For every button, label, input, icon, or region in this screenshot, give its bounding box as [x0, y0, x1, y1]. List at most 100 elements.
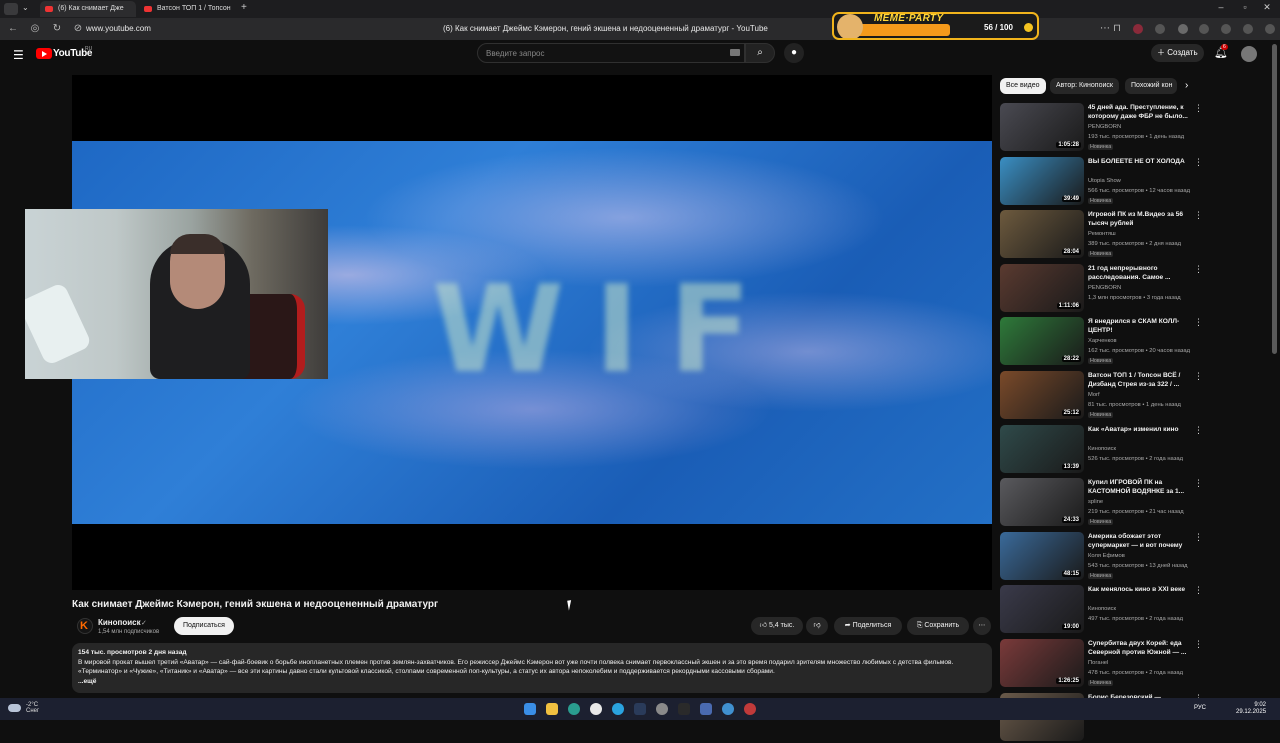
more-options-icon[interactable]: ⋮ — [1194, 317, 1203, 328]
video-thumbnail[interactable]: 39:49 — [1000, 156, 1084, 205]
video-thumbnail[interactable]: 19:00 — [1000, 585, 1084, 634]
recommendation-item[interactable]: 19:00 Как менялось кино в XXI веке Кинопои… — [1000, 585, 1203, 635]
recommendation-item[interactable]: 13:39 Как «Аватар» изменил кино Кинопоиск 5… — [1000, 424, 1203, 475]
more-options-icon[interactable]: ⋮ — [1194, 264, 1203, 275]
recommendation-item[interactable]: 25:12 Ватсон ТОП 1 / Топсон ВСЁ / Дизбанд… — [1000, 371, 1203, 421]
extension-icon[interactable] — [1199, 24, 1209, 34]
search-button[interactable]: ⌕ — [745, 43, 775, 63]
video-thumbnail[interactable]: 28:04 — [1000, 210, 1084, 259]
share-button[interactable]: ➦ Поделиться — [834, 617, 902, 635]
edge-icon[interactable] — [568, 703, 580, 715]
recommendation-item[interactable]: 48:15 Америка обожает этот супермаркет — … — [1000, 531, 1203, 582]
like-button[interactable]: 👍︎ 5,4 тыс. — [751, 617, 803, 635]
extension-icon[interactable] — [1178, 24, 1188, 34]
extension-icon[interactable] — [1243, 24, 1253, 34]
chevron-right-icon[interactable]: › — [1185, 80, 1188, 91]
channel-name[interactable]: Кинопоиск — [98, 618, 141, 627]
more-options-icon[interactable]: ⋮ — [1194, 371, 1203, 382]
recommendation-title[interactable]: 45 дней ада. Преступление, к которому да… — [1088, 103, 1188, 121]
video-thumbnail[interactable]: 1:11:06 — [1000, 263, 1084, 312]
recommendation-channel[interactable]: PENGBORN — [1088, 124, 1121, 130]
recommendation-title[interactable]: Америка обожает этот супермаркет — и вот… — [1088, 532, 1188, 550]
more-options-icon[interactable]: ⋮ — [1194, 478, 1203, 489]
chip-author[interactable]: Автор: Кинопоиск — [1050, 78, 1119, 94]
site-info-icon[interactable]: ⊘ — [71, 22, 85, 36]
recommendation-channel[interactable]: spline — [1088, 499, 1103, 505]
more-options-icon[interactable]: ⋮ — [1194, 585, 1203, 596]
recommendation-channel[interactable]: Utopia Show — [1088, 178, 1121, 184]
steam-icon[interactable] — [634, 703, 646, 715]
back-icon[interactable]: ← — [6, 22, 20, 36]
recommendation-channel[interactable]: Кинопоиск — [1088, 606, 1116, 612]
app-icon[interactable] — [722, 703, 734, 715]
scrollbar[interactable] — [1272, 44, 1277, 354]
video-thumbnail[interactable]: 24:33 — [1000, 478, 1084, 527]
browser-menu-icon[interactable] — [4, 3, 18, 15]
close-window-button[interactable]: ✕ — [1256, 2, 1278, 13]
settings-icon[interactable] — [656, 703, 668, 715]
microphone-icon[interactable]: ● — [784, 43, 804, 63]
tab-vatson[interactable]: Ватсон ТОП 1 / Топсон — [139, 1, 235, 17]
recommendation-channel[interactable]: Morf — [1088, 392, 1100, 398]
new-tab-button[interactable]: + — [241, 2, 247, 13]
recommendation-title[interactable]: Игровой ПК из М.Видео за 56 тысяч рублей — [1088, 210, 1188, 228]
recommendation-item[interactable]: 39:49 ВЫ БОЛЕЕТЕ НЕ ОТ ХОЛОДА Utopia Show 5… — [1000, 156, 1203, 207]
bookmark-icon[interactable]: ⊓ — [1110, 22, 1124, 36]
video-thumbnail[interactable]: 25:12 — [1000, 371, 1084, 419]
download-icon[interactable] — [1265, 24, 1275, 34]
more-options-icon[interactable]: ⋮ — [1194, 103, 1203, 114]
extension-icon[interactable] — [1221, 24, 1231, 34]
recommendation-item[interactable]: 24:33 Купил ИГРОВОЙ ПК на КАСТОМНОЙ ВОДЯН… — [1000, 478, 1203, 528]
recommendation-item[interactable]: 1:26:25 Супербитва двух Корей: еда Северн… — [1000, 639, 1203, 689]
file-explorer-icon[interactable] — [546, 703, 558, 715]
language-indicator[interactable]: РУС — [1194, 705, 1206, 711]
recommendation-item[interactable]: 28:04 Игровой ПК из М.Видео за 56 тысяч р… — [1000, 210, 1203, 260]
search-input[interactable]: Введите запрос — [477, 43, 745, 63]
youtube-logo-icon[interactable] — [36, 48, 52, 59]
more-options-icon[interactable]: ⋮ — [1194, 639, 1203, 650]
more-options-icon[interactable]: ⋮ — [1194, 425, 1203, 436]
save-button[interactable]: ⎘ Сохранить — [907, 617, 969, 635]
recommendation-title[interactable]: Я внедрился в СКАМ КОЛЛ-ЦЕНТР! — [1088, 317, 1188, 335]
recommendation-title[interactable]: Как менялось кино в XXI веке — [1088, 585, 1188, 594]
yandex-browser-icon[interactable] — [590, 703, 602, 715]
recommendation-item[interactable]: 1:05:28 45 дней ада. Преступление, к кото… — [1000, 103, 1203, 153]
recommendation-channel[interactable]: Поганеl — [1088, 660, 1108, 666]
more-actions-button[interactable]: ⋯ — [973, 617, 991, 635]
extension-icon[interactable] — [1133, 24, 1143, 34]
clock[interactable]: 9:02 29.12.2025 — [1236, 702, 1266, 716]
url-field[interactable]: www.youtube.com — [86, 24, 151, 33]
chip-similar[interactable]: Похожий кон — [1125, 78, 1177, 94]
recommendation-title[interactable]: ВЫ БОЛЕЕТЕ НЕ ОТ ХОЛОДА — [1088, 157, 1188, 166]
recommendation-item[interactable]: 1:11:06 21 год непрерывного расследования… — [1000, 263, 1203, 314]
maximize-window-button[interactable]: ▫ — [1234, 2, 1256, 12]
recommendation-channel[interactable]: Кинопоиск — [1088, 446, 1116, 452]
description-box[interactable]: 154 тыс. просмотров 2 дня назад В мирово… — [72, 643, 992, 693]
menu-icon[interactable]: ☰ — [13, 48, 24, 62]
more-options-icon[interactable]: ⋮ — [1194, 210, 1203, 221]
tab-youtube-video[interactable]: (6) Как снимает Дже — [40, 1, 136, 17]
channel-avatar[interactable]: K — [77, 618, 93, 634]
recommendation-title[interactable]: Как «Аватар» изменил кино — [1088, 425, 1188, 434]
video-thumbnail[interactable]: 28:22 — [1000, 317, 1084, 366]
extension-icon[interactable] — [1155, 24, 1165, 34]
reload-icon[interactable]: ↻ — [50, 22, 64, 36]
app-icon[interactable] — [700, 703, 712, 715]
recommendation-item[interactable]: 28:22 Я внедрился в СКАМ КОЛЛ-ЦЕНТР! Харче… — [1000, 317, 1203, 367]
keyboard-icon[interactable] — [730, 49, 740, 56]
start-menu-icon[interactable] — [524, 703, 536, 715]
recommendation-title[interactable]: 21 год непрерывного расследования. Самое… — [1088, 264, 1188, 282]
tab-list-icon[interactable]: ⌄ — [22, 3, 29, 12]
recommendation-title[interactable]: Ватсон ТОП 1 / Топсон ВСЁ / Дизбанд Стре… — [1088, 371, 1188, 389]
recommendation-channel[interactable]: Ремонтяш — [1088, 231, 1116, 237]
recommendation-title[interactable]: Купил ИГРОВОЙ ПК на КАСТОМНОЙ ВОДЯНКЕ за… — [1088, 478, 1188, 496]
chip-all-videos[interactable]: Все видео — [1000, 78, 1046, 94]
extensions-icon[interactable]: ◎ — [28, 22, 42, 36]
video-thumbnail[interactable]: 48:15 — [1000, 531, 1084, 580]
more-options-icon[interactable]: ⋮ — [1194, 532, 1203, 543]
create-button[interactable]: ＋ Создать — [1151, 44, 1204, 62]
recommendation-title[interactable]: Супербитва двух Корей: еда Северной прот… — [1088, 639, 1188, 657]
dislike-button[interactable]: 👎︎ — [806, 617, 828, 635]
recommendation-channel[interactable]: Коля Ефимов — [1088, 553, 1125, 559]
video-thumbnail[interactable]: 13:39 — [1000, 424, 1084, 473]
